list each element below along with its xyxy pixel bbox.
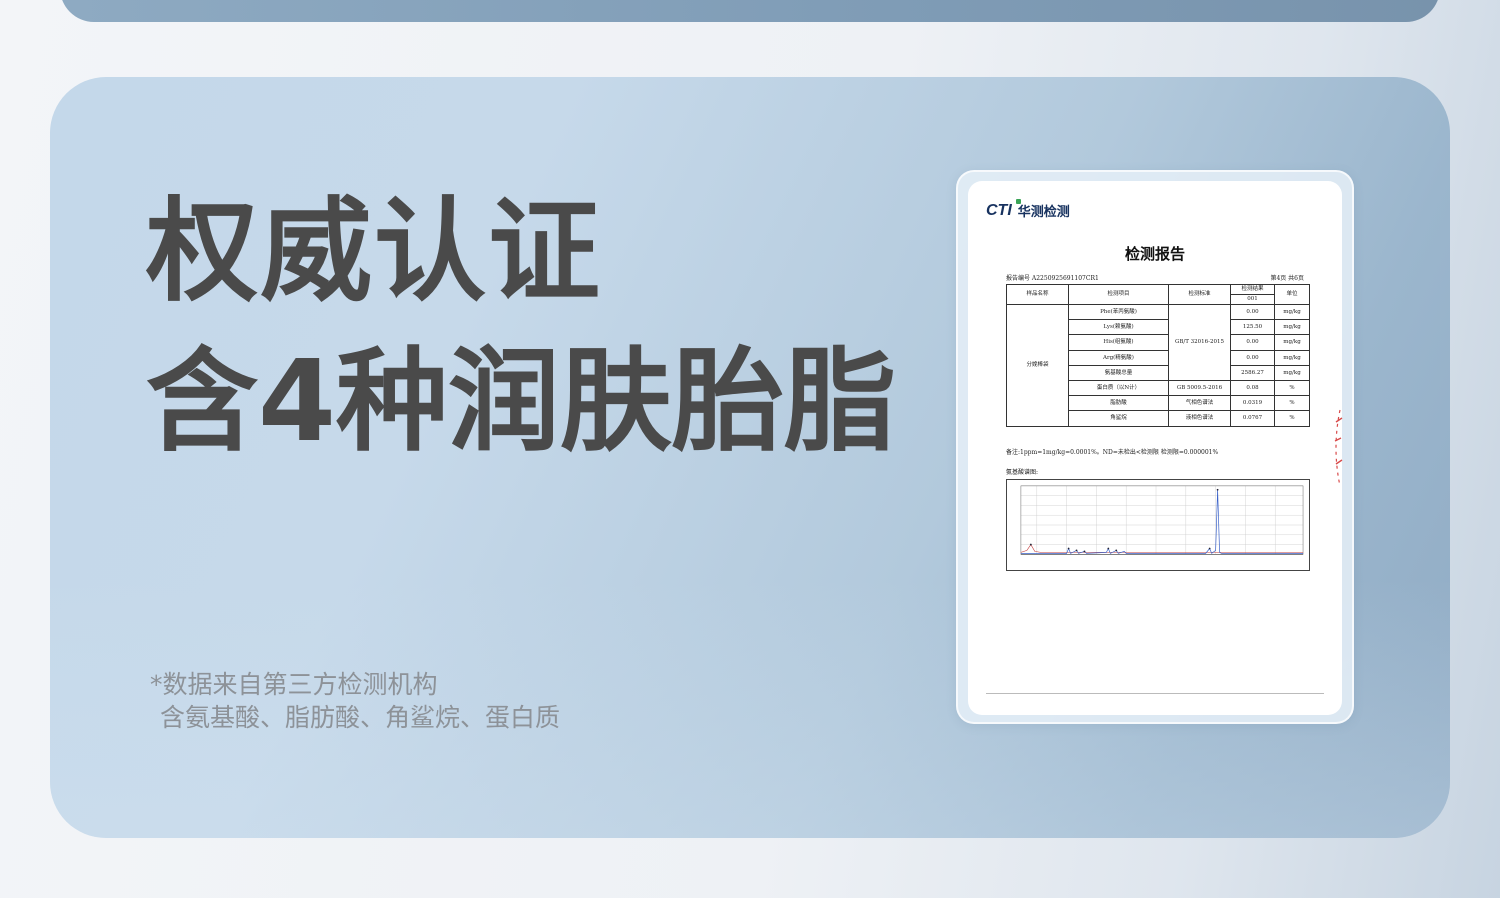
header-standard: 检测标准: [1168, 284, 1231, 305]
unit-cell: %: [1274, 410, 1310, 427]
chromatogram-grid: [1020, 485, 1304, 555]
logo-chinese-text: 华测检测: [1017, 205, 1070, 220]
result-cell: 125.50: [1230, 319, 1275, 336]
ingredients-note: 含氨基酸、脂肪酸、角鲨烷、蛋白质: [160, 703, 561, 732]
item-cell: Arg(精氨酸): [1068, 349, 1169, 366]
chromatogram-plot-area: [1020, 485, 1304, 555]
result-cell: 2586.27: [1230, 364, 1275, 381]
result-cell: 0.0767: [1230, 410, 1275, 427]
header-sample-name: 样品名称: [1006, 284, 1069, 305]
standard-cell: 液相色谱法: [1168, 410, 1231, 427]
test-report-frame: CTI 华测检测 检测报告 报告编号 A2250925691107CR1 第4页…: [956, 170, 1354, 724]
standard-cell: 气相色谱法: [1168, 395, 1231, 412]
item-cell: Phe(苯丙氨酸): [1068, 303, 1169, 321]
item-cell: 角鲨烷: [1068, 410, 1169, 427]
item-cell: His(组氨酸): [1068, 334, 1169, 351]
report-footnote: 备注:1ppm=1mg/kg=0.0001%。ND=未检出<检测限 检测限=0.…: [1006, 449, 1219, 456]
item-cell: Lys(赖氨酸): [1068, 319, 1169, 336]
sample-cell: 分娩棒袋: [1006, 304, 1069, 427]
chromatogram-caption: 氨基酸谱图:: [1006, 469, 1039, 476]
header-item: 检测项目: [1068, 284, 1169, 305]
results-table: 样品名称 检测项目 检测标准 检测结果 单位 001 分娩棒袋 Phe(苯丙氨酸…: [1006, 284, 1310, 427]
header-result-id: 001: [1230, 294, 1275, 305]
chromatogram-blue-trace: [1020, 489, 1304, 554]
cti-logo: CTI 华测检测: [986, 199, 1070, 220]
chromatogram-red-trace: [1020, 544, 1304, 553]
item-cell: 蛋白质（以N计）: [1068, 379, 1169, 397]
unit-cell: mg/kg: [1274, 303, 1310, 321]
headline-vernix: 含4种润肤胎脂: [146, 337, 896, 467]
headline-authority: 权威认证: [146, 187, 602, 317]
unit-cell: mg/kg: [1274, 349, 1310, 366]
unit-cell: %: [1274, 395, 1310, 412]
unit-cell: mg/kg: [1274, 364, 1310, 381]
logo-dot-icon: [1016, 199, 1021, 204]
logo-cti-text: CTI: [986, 201, 1012, 219]
result-cell: 0.00: [1230, 303, 1275, 321]
test-report-document: CTI 华测检测 检测报告 报告编号 A2250925691107CR1 第4页…: [968, 181, 1342, 715]
table-row: 分娩棒袋 Phe(苯丙氨酸) GB/T 32016-2015 0.00 mg/k…: [1006, 303, 1310, 427]
report-title: 检测报告: [1124, 245, 1185, 263]
report-page: 第4页 共6页: [1270, 275, 1304, 282]
standard-cell: GB 5009.5-2016: [1168, 379, 1231, 397]
red-seal-stamp-edge: [1334, 409, 1343, 487]
result-cell: 0.0319: [1230, 395, 1275, 412]
item-cell: 氨基酸总量: [1068, 364, 1169, 381]
chromatogram-peak-markers: [1029, 488, 1219, 553]
standard-cell: GB/T 32016-2015: [1168, 304, 1231, 381]
item-cell: 脂肪酸: [1068, 395, 1169, 412]
footer-divider: [986, 693, 1324, 694]
unit-cell: mg/kg: [1274, 319, 1310, 336]
top-banner-band: [60, 0, 1440, 22]
unit-cell: %: [1274, 379, 1310, 397]
chromatogram-chart: [1006, 479, 1310, 571]
header-unit: 单位: [1274, 284, 1310, 305]
result-cell: 0.08: [1230, 379, 1275, 397]
data-source-note: *数据来自第三方检测机构: [150, 670, 438, 699]
result-cell: 0.00: [1230, 349, 1275, 366]
header-result: 检测结果: [1230, 284, 1275, 295]
report-number: 报告编号 A2250925691107CR1: [1006, 275, 1099, 282]
unit-cell: mg/kg: [1274, 334, 1310, 351]
result-cell: 0.00: [1230, 334, 1275, 351]
